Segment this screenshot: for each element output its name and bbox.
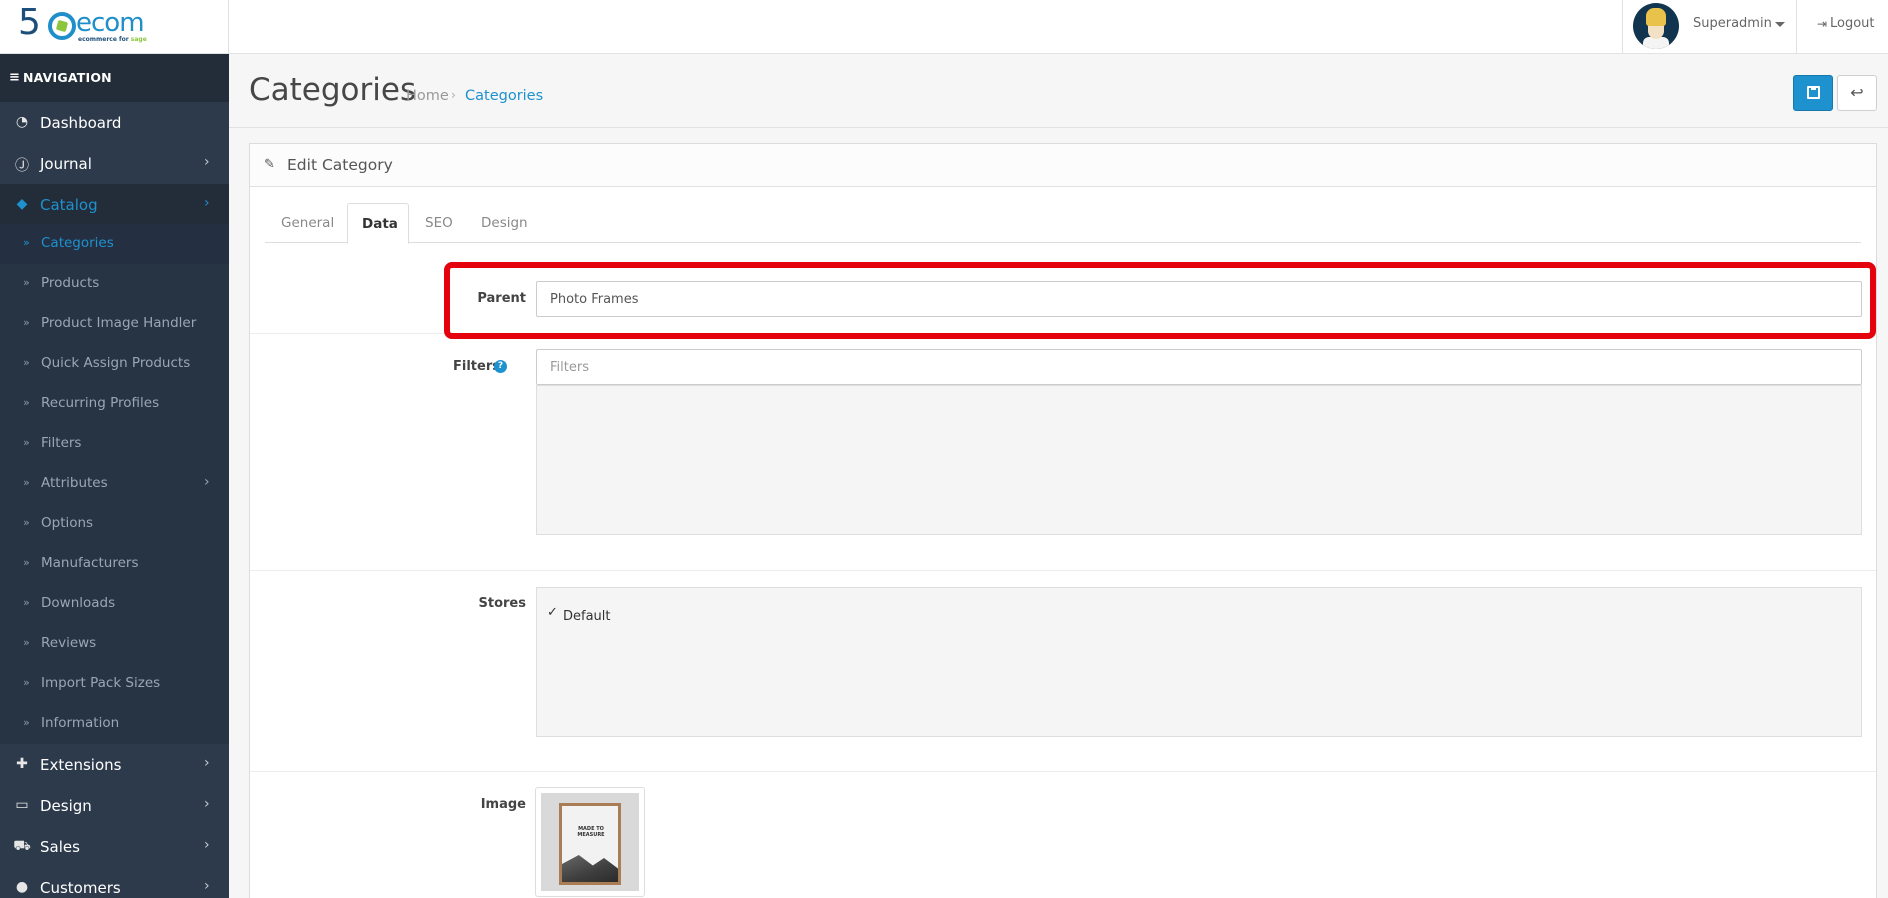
filters-row: Filters ? Filters	[250, 334, 1876, 571]
sidebar-subitem-import-pack-sizes[interactable]: » Import Pack Sizes	[0, 664, 229, 704]
chevron-right-icon: ›	[204, 878, 210, 894]
chevron-right-icon: ›	[204, 796, 210, 812]
sidebar-subitem-categories[interactable]: » Categories	[0, 224, 229, 264]
sidebar-subitem-reviews[interactable]: » Reviews	[0, 624, 229, 664]
filters-input[interactable]: Filters	[536, 349, 1862, 385]
user-menu[interactable]: Superadmin	[1622, 0, 1796, 54]
back-button[interactable]: ↩	[1837, 75, 1877, 111]
angle-double-right-icon: »	[23, 396, 30, 409]
reply-icon: ↩	[1850, 83, 1864, 102]
help-icon[interactable]: ?	[494, 360, 507, 373]
puzzle-icon: ✚	[16, 756, 28, 772]
sidebar-subitem-options[interactable]: » Options	[0, 504, 229, 544]
angle-double-right-icon: »	[23, 596, 30, 609]
user-icon: ●	[15, 879, 29, 895]
panel-title: Edit Category	[287, 156, 393, 174]
angle-double-right-icon: »	[23, 556, 30, 569]
sidebar-subitem-product-image-handler[interactable]: » Product Image Handler	[0, 304, 229, 344]
filters-label: Filters	[453, 359, 500, 374]
thumbnail-text: MADE TO MEASURE	[577, 826, 605, 838]
logo-mark-icon	[48, 12, 76, 40]
sidebar-item-design[interactable]: ▭ Design ›	[0, 785, 229, 826]
stores-row: Stores ✓ Default	[250, 571, 1876, 772]
thumbnail-image: MADE TO MEASURE	[541, 793, 639, 891]
chevron-right-icon: ›	[204, 195, 210, 211]
image-label: Image	[480, 797, 526, 812]
category-image-thumbnail[interactable]: MADE TO MEASURE	[535, 787, 645, 897]
sidebar-subitem-recurring-profiles[interactable]: » Recurring Profiles	[0, 384, 229, 424]
angle-double-right-icon: »	[23, 236, 30, 249]
breadcrumb-current[interactable]: Categories	[465, 88, 543, 104]
sidebar-subitem-manufacturers[interactable]: » Manufacturers	[0, 544, 229, 584]
tab-general[interactable]: General	[265, 203, 347, 243]
sidebar-item-catalog[interactable]: ◆ Catalog ›	[0, 184, 229, 225]
tab-design[interactable]: Design	[465, 203, 535, 243]
sidebar-subitem-quick-assign-products[interactable]: » Quick Assign Products	[0, 344, 229, 384]
angle-double-right-icon: »	[23, 276, 30, 289]
angle-double-right-icon: »	[23, 356, 30, 369]
caret-down-icon[interactable]	[1775, 22, 1785, 27]
checkbox-default[interactable]: ✓	[547, 605, 558, 620]
page-title: Categories	[249, 72, 417, 108]
tags-icon: ◆	[16, 196, 28, 212]
panel-header: ✎ Edit Category	[250, 144, 1876, 187]
avatar[interactable]	[1633, 3, 1679, 49]
top-header: 5 ecom ecommerce for sage Superadmin ⇥ L…	[0, 0, 1888, 54]
sign-out-icon: ⇥	[1817, 17, 1828, 31]
pencil-icon: ✎	[264, 157, 275, 172]
username[interactable]: Superadmin	[1693, 16, 1772, 31]
angle-double-right-icon: »	[23, 516, 30, 529]
sidebar-subitem-filters[interactable]: » Filters	[0, 424, 229, 464]
angle-double-right-icon: »	[23, 676, 30, 689]
stores-list: ✓ Default	[536, 587, 1862, 737]
tab-seo[interactable]: SEO	[409, 203, 465, 243]
logo-tagline: ecommerce for sage	[78, 36, 147, 43]
chevron-right-icon: ›	[204, 837, 210, 853]
chevron-right-icon: ›	[204, 755, 210, 771]
logo[interactable]: 5 ecom ecommerce for sage	[18, 2, 158, 48]
mountain-graphic	[562, 855, 618, 882]
logout-button[interactable]: ⇥ Logout	[1796, 0, 1888, 54]
logout-label: Logout	[1830, 16, 1875, 31]
logo-word: ecom	[76, 8, 145, 38]
cart-icon: ⛟	[13, 838, 31, 854]
sidebar-item-dashboard[interactable]: ◔ Dashboard	[0, 102, 229, 143]
bars-icon: ≡	[9, 70, 20, 85]
sidebar: ≡ NAVIGATION ◔ Dashboard Ⓙ Journal › ◆ C…	[0, 54, 229, 898]
divider	[229, 127, 1888, 128]
stores-label: Stores	[478, 596, 526, 611]
filters-list[interactable]	[536, 385, 1862, 535]
logo-number: 5	[18, 2, 41, 43]
angle-double-right-icon: »	[23, 436, 30, 449]
tab-data[interactable]: Data	[347, 203, 409, 244]
sidebar-subitem-attributes[interactable]: » Attributes ›	[0, 464, 229, 504]
store-default-label[interactable]: Default	[563, 609, 611, 624]
highlight-box	[444, 262, 1876, 339]
journal-icon: Ⓙ	[15, 158, 29, 174]
angle-double-right-icon: »	[23, 476, 30, 489]
sidebar-item-journal[interactable]: Ⓙ Journal ›	[0, 143, 229, 184]
photo-frame-image: MADE TO MEASURE	[559, 803, 621, 885]
logo-area[interactable]: 5 ecom ecommerce for sage	[0, 0, 229, 54]
navigation-header[interactable]: ≡ NAVIGATION	[0, 54, 229, 102]
save-button[interactable]	[1793, 75, 1833, 111]
tab-bar: General Data SEO Design	[265, 203, 1861, 244]
sidebar-subitem-products[interactable]: » Products	[0, 264, 229, 304]
chevron-right-icon: ›	[204, 154, 210, 170]
angle-double-right-icon: »	[23, 316, 30, 329]
sidebar-subitem-downloads[interactable]: » Downloads	[0, 584, 229, 624]
chevron-right-icon: ›	[204, 474, 210, 490]
sidebar-subitem-information[interactable]: » Information	[0, 704, 229, 744]
sidebar-item-extensions[interactable]: ✚ Extensions ›	[0, 744, 229, 785]
save-icon	[1807, 86, 1820, 99]
angle-double-right-icon: »	[23, 716, 30, 729]
sidebar-item-sales[interactable]: ⛟ Sales ›	[0, 826, 229, 867]
edit-category-panel: ✎ Edit Category General Data SEO Design …	[249, 143, 1877, 898]
desktop-icon: ▭	[15, 797, 29, 813]
breadcrumb-home[interactable]: Home	[406, 88, 449, 104]
dashboard-icon: ◔	[15, 114, 29, 130]
breadcrumb-separator-icon: ›	[451, 88, 456, 102]
sidebar-item-customers[interactable]: ● Customers ›	[0, 867, 229, 898]
angle-double-right-icon: »	[23, 636, 30, 649]
